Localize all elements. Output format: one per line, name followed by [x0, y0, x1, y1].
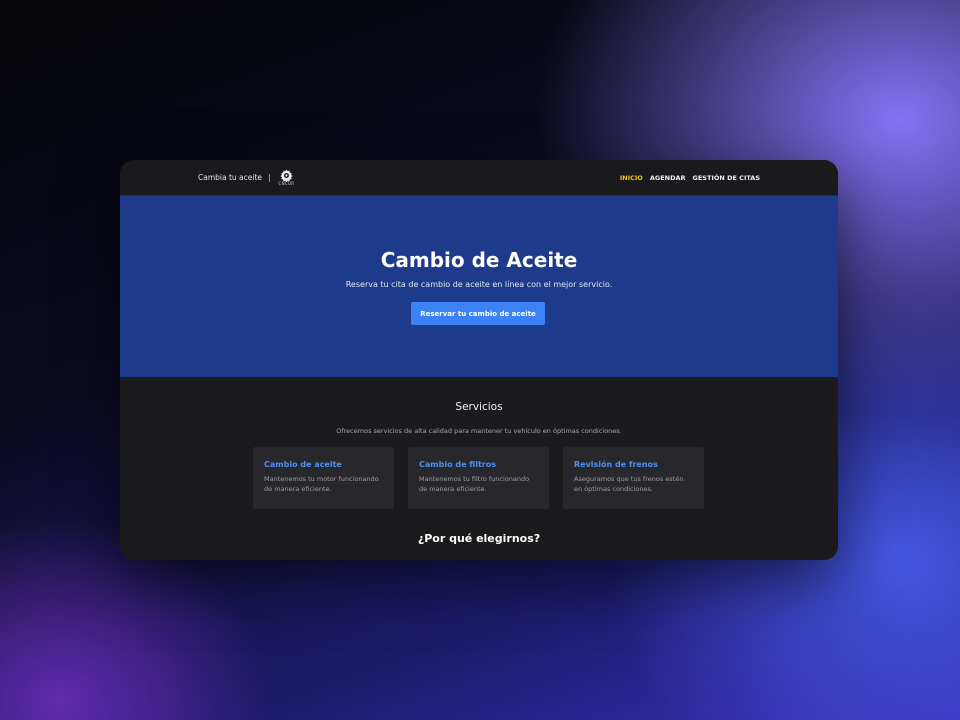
service-card-desc-line: de manera eficiente.	[419, 485, 487, 493]
service-card-oil-change: Cambio de aceite Mantenemos tu motor fun…	[253, 447, 394, 509]
service-card-desc-line: Aseguramos que tus frenos estén	[574, 475, 684, 483]
service-card-desc-line: Mantenemos tu filtro funcionando	[419, 475, 530, 483]
service-card-brakes: Revisión de frenos Aseguramos que tus fr…	[563, 447, 704, 509]
service-card-desc-line: en óptimas condiciones.	[574, 485, 653, 493]
service-card-description: Mantenemos tu filtro funcionando de mane…	[419, 474, 538, 494]
services-title: Servicios	[455, 401, 503, 413]
why-choose-us-heading: ¿Por qué elegirnos?	[417, 532, 541, 545]
brand-separator: |	[268, 173, 271, 182]
hero-title: Cambio de Aceite	[380, 248, 578, 272]
nav-link-gestion-citas[interactable]: GESTIÓN DE CITAS	[693, 174, 760, 182]
service-card-filters: Cambio de filtros Mantenemos tu filtro f…	[408, 447, 549, 509]
logo-text: CNCUR	[278, 181, 295, 186]
service-card-title: Revisión de frenos	[574, 460, 658, 469]
service-cards: Cambio de aceite Mantenemos tu motor fun…	[253, 447, 704, 509]
browser-window: Cambia tu aceite | CNCUR INICIO AGENDAR …	[120, 160, 838, 560]
hero-subtitle: Reserva tu cita de cambio de aceite en l…	[345, 280, 613, 289]
service-card-desc-line: de manera eficiente.	[264, 485, 332, 493]
main-nav: INICIO AGENDAR GESTIÓN DE CITAS	[620, 160, 760, 195]
book-oil-change-button[interactable]: Reservar tu cambio de aceite	[411, 302, 545, 325]
service-card-title: Cambio de filtros	[419, 460, 496, 469]
service-card-desc-line: Mantenemos tu motor funcionando	[264, 475, 379, 483]
service-card-description: Mantenemos tu motor funcionando de maner…	[264, 474, 383, 494]
service-card-description: Aseguramos que tus frenos estén en óptim…	[574, 474, 693, 494]
hero-section: Cambio de Aceite Reserva tu cita de camb…	[120, 196, 838, 377]
service-card-title: Cambio de aceite	[264, 460, 342, 469]
logo: CNCUR	[279, 169, 295, 186]
nav-link-inicio[interactable]: INICIO	[620, 174, 643, 182]
navbar: Cambia tu aceite | CNCUR INICIO AGENDAR …	[120, 160, 838, 196]
brand[interactable]: Cambia tu aceite | CNCUR	[198, 160, 294, 195]
services-subtitle: Ofrecemos servicios de alta calidad para…	[336, 427, 622, 435]
brand-text: Cambia tu aceite	[198, 173, 263, 182]
nav-link-agendar[interactable]: AGENDAR	[650, 174, 686, 182]
